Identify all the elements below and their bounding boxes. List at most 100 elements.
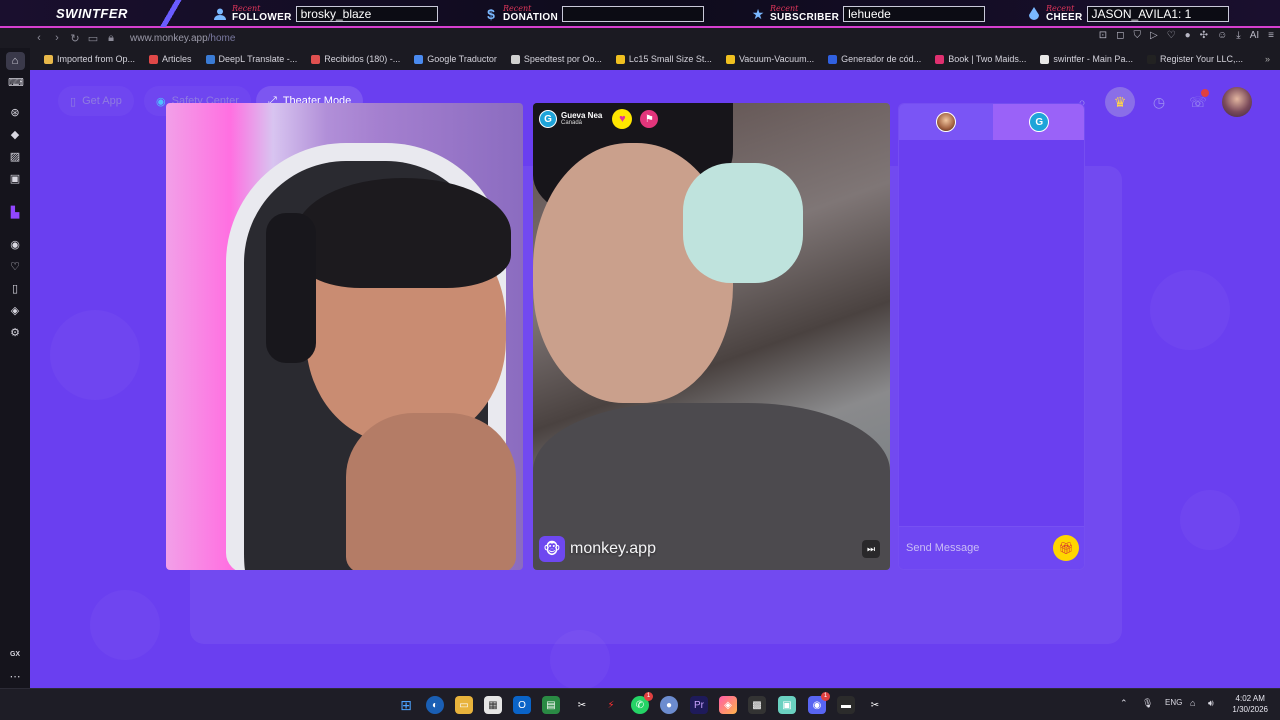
network-icon[interactable]: ⌂ — [1190, 698, 1195, 708]
phone-icon: ▯ — [70, 95, 77, 108]
get-app-button[interactable]: ▯ Get App — [58, 86, 134, 116]
lock-icon[interactable]: 🔒︎ — [102, 32, 120, 45]
send-message-input[interactable]: Send Message 🎁︎ — [899, 526, 1084, 569]
chat-tab-local[interactable] — [899, 104, 993, 140]
bookmark-item[interactable]: DeepL Translate -... — [205, 54, 297, 64]
clock-date: 1/30/2026 — [1232, 704, 1268, 714]
bookmark-item[interactable]: Register Your LLC,... — [1146, 54, 1244, 64]
camera-icon[interactable]: ▭ — [84, 32, 102, 45]
bookmark-item[interactable]: Google Traductor — [414, 54, 497, 64]
bookmark-icon[interactable]: ▯ — [8, 282, 22, 296]
bookmark-label: Speedtest por Oo... — [523, 54, 602, 64]
capcut2-icon[interactable]: ✂ — [866, 696, 884, 714]
play-icon[interactable]: ▷ — [1150, 30, 1158, 41]
url-field[interactable]: www.monkey.app/home — [130, 33, 235, 44]
menu-icon[interactable]: ≡ — [1268, 30, 1274, 41]
flag-icon[interactable]: ⚑ — [640, 110, 659, 128]
local-person-hand — [346, 413, 516, 570]
puzzle-icon[interactable]: ✣ — [1200, 30, 1208, 41]
obs-icon[interactable]: ▩ — [748, 696, 766, 714]
app-icon[interactable]: ● — [660, 696, 678, 714]
outlook-icon[interactable]: O — [513, 696, 531, 714]
back-icon[interactable]: ‹ — [30, 32, 48, 44]
forward-icon[interactable]: › — [48, 32, 66, 44]
bookmark-favicon-icon — [510, 54, 520, 64]
streamlabs-icon[interactable]: ▣ — [778, 696, 796, 714]
overlay-donation: $ Recent DONATION — [483, 3, 704, 25]
bookmark-item[interactable]: Book | Two Maids... — [935, 54, 1026, 64]
folder-icon[interactable]: ▭ — [455, 696, 473, 714]
local-video — [166, 103, 523, 570]
skip-icon[interactable]: ⏭︎ — [862, 540, 880, 558]
bookmarks-more-icon[interactable]: » — [1265, 54, 1270, 64]
extension-s-icon[interactable]: ● — [1185, 30, 1191, 41]
bookmark-label: Register Your LLC,... — [1159, 54, 1244, 64]
notification-badge — [1201, 89, 1209, 97]
user-avatar[interactable] — [1222, 87, 1252, 117]
bookmark-item[interactable]: Articles — [149, 54, 192, 64]
bookmark-item[interactable]: Recibidos (180) -... — [311, 54, 400, 64]
snapshot-icon[interactable]: ◻ — [1116, 30, 1124, 41]
language-indicator[interactable]: ENG — [1165, 698, 1182, 707]
shield-check-icon: ◉ — [156, 95, 166, 108]
overlay-donation-value — [562, 6, 704, 22]
gift-icon[interactable]: 🎁︎ — [1053, 535, 1079, 561]
premiere-icon[interactable]: Pr — [690, 696, 708, 714]
bookmark-label: Recibidos (180) -... — [324, 54, 401, 64]
twitch-icon[interactable]: ▙ — [8, 206, 22, 220]
bolt-icon[interactable]: ⚡ — [602, 696, 620, 714]
pin-icon[interactable]: ⊡ — [1099, 30, 1107, 41]
bookmark-item[interactable]: Vacuum-Vacuum... — [725, 54, 814, 64]
bookmark-item[interactable]: Imported from Op... — [44, 54, 135, 64]
openai-icon[interactable]: ⊛ — [8, 106, 22, 120]
whatsapp-icon[interactable]: ✆ 1 — [631, 692, 653, 714]
gallery-icon[interactable]: ▨ — [8, 150, 22, 164]
bookmarks-bar: Imported from Op... Articles DeepL Transla… — [30, 48, 1280, 70]
gamepad-icon[interactable]: ⌨ — [8, 76, 24, 90]
bookmark-item[interactable]: Generador de cód... — [828, 54, 921, 64]
settings-icon[interactable]: ⚙ — [8, 326, 22, 340]
crown-icon[interactable]: ♛ — [1105, 87, 1135, 117]
reload-icon[interactable]: ↻ — [66, 32, 84, 45]
system-clock[interactable]: 4:02 AM 1/30/2026 — [1232, 694, 1268, 716]
history-icon[interactable]: ◷ — [1144, 87, 1174, 117]
heart-icon[interactable]: ♡ — [1167, 30, 1176, 41]
ai-button[interactable]: AI — [1250, 30, 1259, 41]
bookmark-label: Generador de cód... — [841, 54, 922, 64]
store-icon[interactable]: ▦ — [484, 696, 502, 714]
discord-icon[interactable]: ◉ 1 — [808, 692, 830, 714]
copilot-icon[interactable]: ◐ — [426, 696, 444, 714]
profile-icon[interactable]: ☺ — [1217, 30, 1227, 41]
bookmark-item[interactable]: swintfer - Main Pa... — [1040, 54, 1133, 64]
bookmark-item[interactable]: Lc15 Small Size St... — [615, 54, 712, 64]
bookmark-favicon-icon — [615, 54, 625, 64]
download-icon[interactable]: ⤓ — [1236, 30, 1240, 41]
more-icon[interactable]: ⋯ — [8, 670, 22, 684]
tray-chevron-icon[interactable]: ⌃ — [1120, 698, 1128, 709]
terminal-icon[interactable]: ▬ — [837, 696, 855, 714]
messages-icon[interactable]: ☏ — [1183, 87, 1213, 117]
chat-tab-remote[interactable]: G — [992, 104, 1084, 140]
heart-icon[interactable]: ♡ — [8, 260, 22, 274]
bookmark-item[interactable]: Speedtest por Oo... — [510, 54, 602, 64]
windows-start-icon[interactable]: ⊞ — [397, 696, 415, 714]
overlay-cheer-value: JASON_AVILA1: 1 — [1086, 6, 1229, 22]
bookmark-favicon-icon — [725, 54, 735, 64]
player-icon[interactable]: ◉ — [8, 238, 22, 252]
bookmark-label: Imported from Op... — [57, 54, 136, 64]
volume-icon[interactable]: 🔊︎ — [1208, 698, 1214, 709]
heart-icon[interactable]: ♥ — [612, 109, 633, 129]
overlay-subscriber-value: lehuede — [843, 6, 986, 22]
gx-label[interactable]: GX — [8, 648, 22, 662]
microphone-icon[interactable]: 🎙︎ — [1142, 698, 1153, 709]
remote-user-name: Gueva Nea — [561, 110, 603, 120]
shield-icon[interactable]: ⛉ — [1133, 30, 1141, 41]
overlay-type-label: CHEER — [1046, 12, 1083, 23]
capcut-icon[interactable]: ✂ — [573, 696, 591, 714]
box-icon[interactable]: ▣ — [8, 172, 22, 186]
photos-icon[interactable]: ◈ — [719, 696, 737, 714]
aria-icon[interactable]: ◆ — [8, 128, 22, 142]
extensions-icon[interactable]: ◈ — [8, 304, 22, 318]
sheets-icon[interactable]: ▤ — [542, 696, 560, 714]
remote-user-tag[interactable]: G Gueva Nea Canadá ♥ ⚑ — [539, 109, 659, 129]
